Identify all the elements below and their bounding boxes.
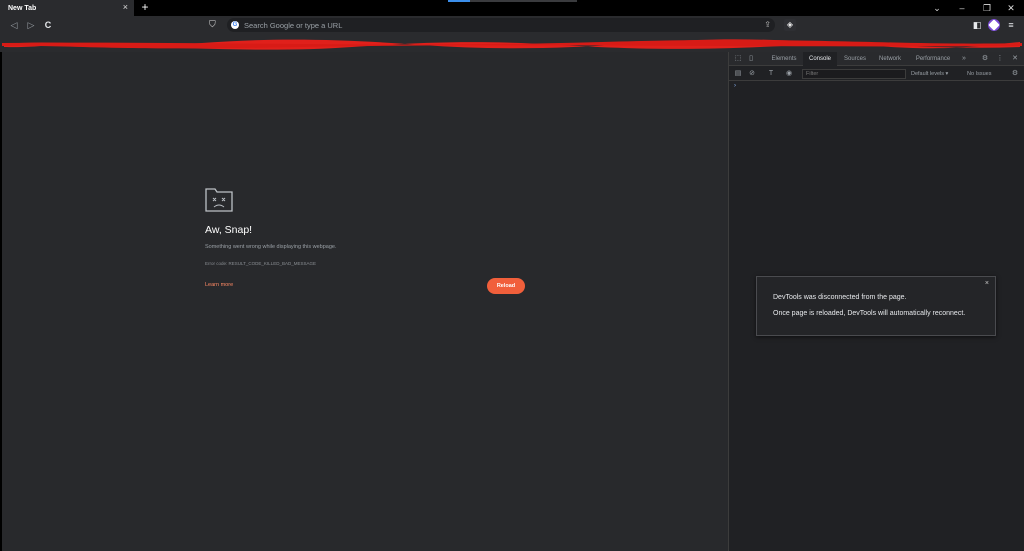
devtools-tabbar: ⬚ ▯ Elements Console Sources Network Per… bbox=[729, 52, 1024, 66]
sidebar-icon[interactable]: ◧ bbox=[971, 19, 983, 31]
address-placeholder: Search Google or type a URL bbox=[244, 20, 343, 30]
redaction-scribble bbox=[2, 39, 1022, 50]
tab-strip: New Tab × + ⌄ – ❐ ✕ bbox=[0, 0, 1024, 16]
notice-line-2: Once page is reloaded, DevTools will aut… bbox=[773, 310, 966, 317]
tab-title: New Tab bbox=[8, 4, 37, 12]
profile-avatar[interactable] bbox=[988, 19, 1000, 31]
tab-console[interactable]: Console bbox=[803, 52, 837, 66]
issues-counter[interactable]: No Issues bbox=[967, 69, 991, 79]
window-close-button[interactable]: ✕ bbox=[1004, 2, 1018, 14]
settings-gear-icon[interactable]: ⚙ bbox=[980, 54, 990, 64]
notice-close-icon[interactable]: × bbox=[985, 280, 989, 287]
console-toolbar: ▤ ⊘ T ◉ Filter Default levels ▾ No Issue… bbox=[729, 67, 1024, 81]
inspect-element-icon[interactable]: ⬚ bbox=[733, 54, 743, 64]
more-tabs-icon[interactable]: » bbox=[959, 54, 969, 64]
forward-button[interactable]: ▷ bbox=[25, 19, 37, 31]
tab-network[interactable]: Network bbox=[874, 52, 906, 66]
tab-close-icon[interactable]: × bbox=[123, 2, 128, 12]
tab-performance[interactable]: Performance bbox=[910, 52, 956, 66]
disconnected-notice: × DevTools was disconnected from the pag… bbox=[756, 276, 996, 336]
error-description: Something went wrong while displaying th… bbox=[205, 244, 337, 250]
restore-button[interactable]: ❐ bbox=[980, 2, 994, 14]
console-prompt[interactable]: › bbox=[734, 83, 736, 89]
tab-elements[interactable]: Elements bbox=[767, 52, 801, 66]
google-icon: G bbox=[231, 21, 239, 29]
log-levels-dropdown[interactable]: Default levels ▾ bbox=[911, 69, 948, 79]
clear-console-icon[interactable]: ⊘ bbox=[747, 69, 757, 79]
live-expression-eye-icon[interactable]: ◉ bbox=[784, 69, 794, 79]
notice-line-1: DevTools was disconnected from the page. bbox=[773, 294, 907, 301]
sidebar-toggle-icon[interactable]: ▤ bbox=[733, 69, 743, 79]
device-toolbar-icon[interactable]: ▯ bbox=[746, 54, 756, 64]
crashed-page: Aw, Snap! Something went wrong while dis… bbox=[2, 52, 728, 551]
new-tab-button[interactable]: + bbox=[139, 0, 151, 16]
reload-button[interactable]: Reload bbox=[487, 278, 525, 294]
bookmark-icon[interactable]: ⛉ bbox=[209, 19, 217, 29]
learn-more-link[interactable]: Learn more bbox=[205, 282, 233, 288]
minimize-button[interactable]: – bbox=[955, 2, 969, 14]
tab-new-tab[interactable]: New Tab × bbox=[0, 0, 134, 16]
error-title: Aw, Snap! bbox=[205, 224, 253, 236]
console-filter-input[interactable]: Filter bbox=[802, 69, 906, 79]
browser-toolbar: ◁ ▷ C ⛉ G Search Google or type a URL ⇪ … bbox=[0, 16, 1024, 34]
more-options-icon[interactable]: ⋮ bbox=[995, 54, 1005, 64]
reload-icon[interactable]: C bbox=[42, 19, 54, 31]
console-settings-gear-icon[interactable]: ⚙ bbox=[1010, 69, 1020, 79]
address-bar[interactable]: G Search Google or type a URL ⇪ bbox=[227, 18, 775, 32]
tab-search-icon[interactable]: ⌄ bbox=[930, 2, 944, 14]
context-selector[interactable]: T bbox=[766, 69, 776, 79]
sad-tab-icon bbox=[205, 188, 233, 212]
error-code: Error code: RESULT_CODE_KILLED_BAD_MESSA… bbox=[205, 261, 316, 266]
back-button[interactable]: ◁ bbox=[8, 19, 20, 31]
devtools-close-icon[interactable]: ✕ bbox=[1010, 54, 1020, 64]
menu-icon[interactable]: ≡ bbox=[1005, 19, 1017, 31]
brave-shield-icon[interactable]: ◈ bbox=[784, 19, 796, 31]
loading-indicator-fill bbox=[448, 0, 470, 2]
devtools-panel: ⬚ ▯ Elements Console Sources Network Per… bbox=[728, 52, 1024, 551]
loading-indicator bbox=[448, 0, 577, 2]
tab-sources[interactable]: Sources bbox=[839, 52, 871, 66]
share-icon[interactable]: ⇪ bbox=[764, 20, 771, 29]
